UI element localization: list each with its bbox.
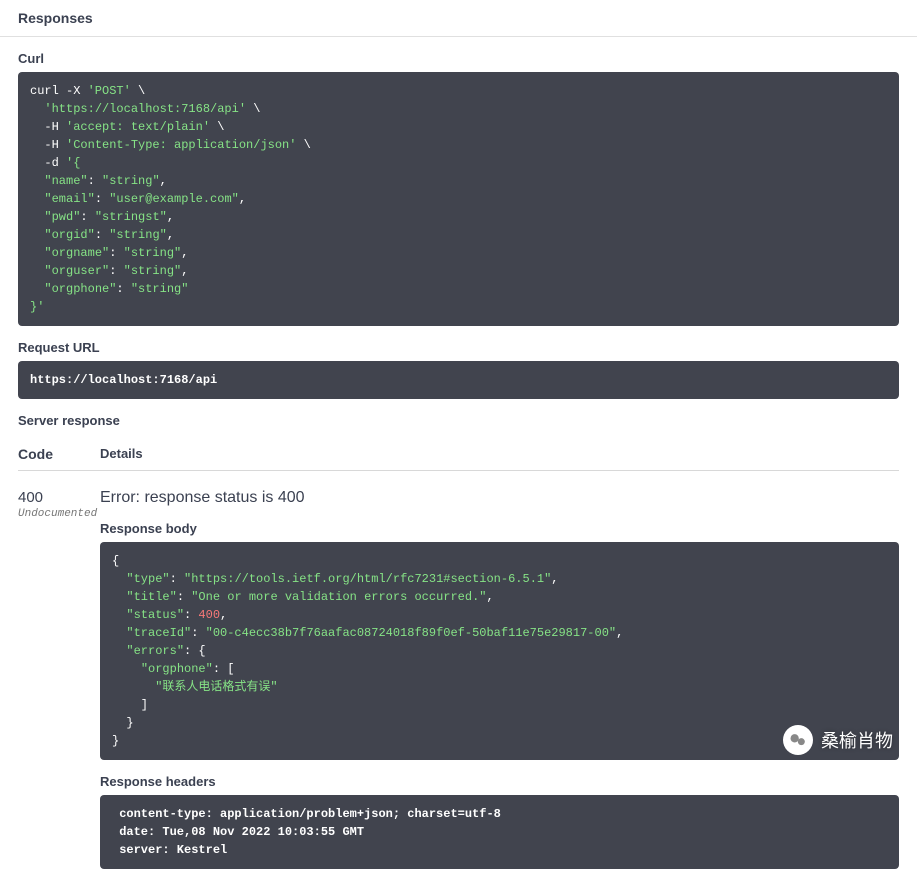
response-table-header: Code Details: [18, 438, 899, 471]
col-code-header: Code: [18, 446, 100, 462]
response-details-cell: Error: response status is 400 Response b…: [100, 489, 899, 869]
content-area: Curl curl -X 'POST' \ 'https://localhost…: [0, 37, 917, 869]
responses-title: Responses: [18, 10, 899, 26]
curl-codeblock[interactable]: curl -X 'POST' \ 'https://localhost:7168…: [18, 72, 899, 326]
col-details-header: Details: [100, 446, 143, 462]
response-headers-block[interactable]: content-type: application/problem+json; …: [100, 795, 899, 869]
server-response-label: Server response: [18, 413, 899, 428]
response-headers-label: Response headers: [100, 774, 899, 789]
response-body-label: Response body: [100, 521, 899, 536]
response-headers-text: content-type: application/problem+json; …: [112, 807, 508, 857]
response-row: 400 Undocumented Error: response status …: [18, 489, 899, 869]
request-url-block[interactable]: https://localhost:7168/api: [18, 361, 899, 399]
status-code: 400: [18, 489, 100, 506]
responses-header: Responses: [0, 0, 917, 37]
response-body-block[interactable]: { "type": "https://tools.ietf.org/html/r…: [100, 542, 899, 760]
undocumented-label: Undocumented: [18, 508, 100, 520]
curl-label: Curl: [18, 51, 899, 66]
error-message: Error: response status is 400: [100, 489, 899, 507]
request-url-value: https://localhost:7168/api: [30, 373, 217, 387]
response-code-cell: 400 Undocumented: [18, 489, 100, 520]
request-url-label: Request URL: [18, 340, 899, 355]
